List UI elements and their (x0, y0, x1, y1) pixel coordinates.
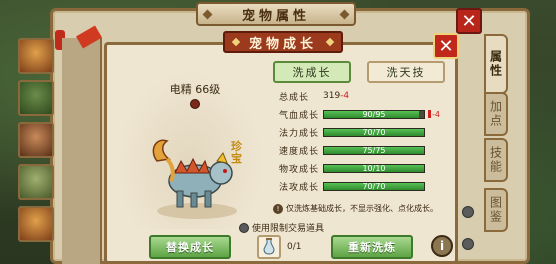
info-icon[interactable]: i (431, 235, 453, 257)
notice: ! 仅洗炼基础成长，不显示强化、点化成长。 (273, 203, 453, 214)
pet-slot[interactable] (18, 122, 54, 158)
close-icon: ✕ (461, 10, 477, 32)
potion-icon (263, 238, 275, 255)
pet-slot[interactable] (18, 206, 54, 242)
tab-wash-skill[interactable]: 洗天技 (367, 61, 445, 83)
rewash-button[interactable]: 重新洗炼 (331, 235, 413, 259)
total-growth-value: 319 (323, 91, 341, 101)
growth-stat-bar: 75/75 (323, 145, 425, 155)
window-close-button[interactable]: ✕ (456, 8, 482, 34)
total-growth-label: 总成长 (279, 92, 310, 103)
growth-stat-row: 法力成长 70/70 (279, 125, 449, 139)
growth-stat-row: 气血成长 90/95 -4 (279, 107, 449, 121)
growth-stat-row: 速度成长 75/75 (279, 143, 449, 157)
growth-stat-value: 75/75 (362, 145, 386, 155)
total-growth-delta: -4 (340, 91, 350, 101)
pet-name-level: 电精 66级 (169, 83, 221, 96)
growth-stat-label: 物攻成长 (279, 164, 320, 175)
pet-list (62, 38, 102, 264)
tab-attributes[interactable]: 属性 (484, 34, 508, 94)
dialog-title: 宠物成长 (223, 31, 343, 53)
pet-slot[interactable] (18, 38, 54, 74)
tab-add-points[interactable]: 加点 (484, 92, 508, 136)
growth-stat-bar: 70/70 (323, 127, 425, 137)
restricted-item-option[interactable]: 使用限制交易道具 (239, 221, 324, 234)
growth-stat-delta: -4 (428, 110, 440, 119)
notice-text: 仅洗炼基础成长，不显示强化、点化成长。 (286, 204, 438, 213)
growth-stat-row: 法攻成长 70/70 (279, 179, 449, 193)
dialog-close-button[interactable]: ✕ (433, 33, 459, 59)
tab-handbook[interactable]: 图鉴 (484, 188, 508, 232)
pet-slot[interactable] (18, 80, 54, 116)
pet-display: 电精 66级 珍宝 (115, 69, 265, 229)
window-title: 宠物属性 (196, 2, 356, 26)
growth-stat-value: 10/10 (362, 163, 386, 173)
growth-stat-label: 法力成长 (279, 128, 320, 139)
wash-item-slot[interactable] (257, 235, 281, 259)
pet-element-icon (190, 99, 200, 109)
growth-stat-bar: 70/70 (323, 181, 425, 191)
restricted-item-label: 使用限制交易道具 (252, 224, 325, 234)
scroll-dot-icon (462, 238, 474, 250)
replace-growth-button[interactable]: 替换成长 (149, 235, 231, 259)
growth-stat-value: 70/70 (362, 127, 386, 137)
growth-stat-label: 法攻成长 (279, 182, 320, 193)
growth-stat-value: 70/70 (362, 181, 386, 191)
growth-stat-value: 90/95 (362, 109, 386, 119)
scroll-dot-icon (462, 206, 474, 218)
pet-slot[interactable] (18, 164, 54, 200)
growth-stat-label: 速度成长 (279, 146, 320, 157)
growth-stat-bar: 90/95 (323, 109, 425, 119)
growth-stat-row: 物攻成长 10/10 (279, 161, 449, 175)
growth-stat-label: 气血成长 (279, 110, 320, 121)
item-count: 0/1 (287, 242, 302, 252)
radio-button[interactable] (239, 222, 249, 233)
tab-skills[interactable]: 技能 (484, 138, 508, 182)
growth-stat-bar: 10/10 (323, 163, 425, 173)
close-icon: ✕ (438, 35, 454, 57)
tab-wash-growth[interactable]: 洗成长 (273, 61, 351, 83)
pet-growth-dialog: 宠物成长 ✕ 电精 66级 珍宝 洗成长 洗天技 总成长 319 -4 气血成长… (104, 31, 459, 264)
pet-model-icon (152, 139, 237, 219)
total-growth-row: 总成长 319 -4 (279, 89, 449, 103)
warning-icon: ! (273, 203, 283, 214)
